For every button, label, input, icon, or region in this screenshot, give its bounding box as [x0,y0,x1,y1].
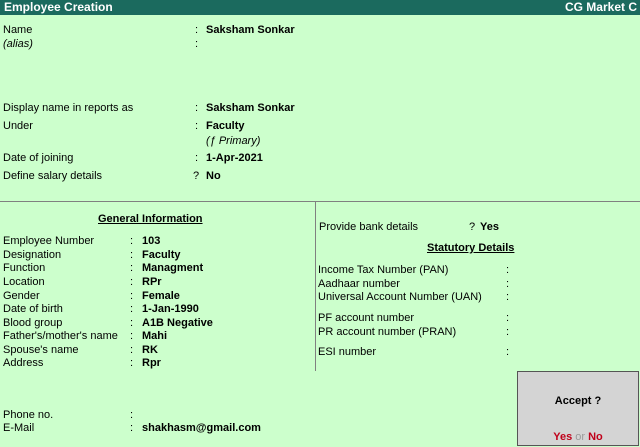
address-label: Address [3,357,44,369]
email-label: E-Mail [3,422,35,434]
blood-group-field[interactable]: A1B Negative [142,317,213,330]
employee-number-field[interactable]: 103 [142,235,160,248]
salary-question: ? [193,170,200,182]
section-divider [0,201,640,202]
window-title: Employee Creation [4,0,113,14]
esi-number-field[interactable]: : [506,346,509,359]
pran-field[interactable]: : [506,326,509,339]
colon: : [130,317,134,329]
email-colon: : [130,422,134,434]
uan-label: Universal Account Number (UAN) [318,291,482,303]
date-of-joining-field[interactable]: 1-Apr-2021 [206,152,263,165]
aadhaar-label: Aadhaar number [318,278,400,290]
under-field[interactable]: Faculty [206,120,245,133]
title-bar: Employee Creation CG Market C [0,0,640,15]
alias-label: (alias) [3,38,33,50]
accept-dialog: Accept ? Yes or No [517,371,639,446]
colon: : [130,344,134,356]
phone-colon: : [130,409,134,421]
uan-field[interactable]: : [506,291,509,304]
aadhaar-field[interactable]: : [506,278,509,291]
under-parent-group: (ƒ Primary) [206,135,261,147]
display-name-field[interactable]: Saksham Sonkar [206,102,295,115]
phone-label: Phone no. [3,409,54,421]
accept-question: Accept ? [554,395,602,407]
address-field[interactable]: Rpr [142,357,161,370]
statutory-details-heading: Statutory Details [427,242,515,254]
general-information-heading: General Information [98,213,203,225]
or-separator: or [575,431,586,443]
colon: : [130,303,134,315]
yes-button[interactable]: Yes [553,431,572,443]
name-colon: : [195,24,199,36]
spouse-name-field[interactable]: RK [142,344,158,357]
display-name-colon: : [195,102,199,114]
esi-number-label: ESI number [318,346,377,358]
parent-name-label: Father's/mother's name [3,330,118,342]
date-of-joining-label: Date of joining [3,152,74,164]
colon: : [130,249,134,261]
column-divider [315,202,316,371]
name-label: Name [3,24,33,36]
gender-label: Gender [3,290,40,302]
colon: : [130,357,134,369]
accept-options: Yes or No [518,431,638,443]
location-label: Location [3,276,45,288]
under-colon: : [195,120,199,132]
date-of-birth-label: Date of birth [3,303,63,315]
pf-account-field[interactable]: : [506,312,509,325]
function-field[interactable]: Managment [142,262,203,275]
alias-colon: : [195,38,199,50]
gender-field[interactable]: Female [142,290,180,303]
function-label: Function [3,262,46,274]
designation-label: Designation [3,249,62,261]
colon: : [130,330,134,342]
colon: : [130,235,134,247]
date-of-birth-field[interactable]: 1-Jan-1990 [142,303,199,316]
salary-details-label: Define salary details [3,170,103,182]
spouse-name-label: Spouse's name [3,344,79,356]
alias-field[interactable] [206,38,326,51]
blood-group-label: Blood group [3,317,63,329]
colon: : [130,290,134,302]
no-button[interactable]: No [588,431,603,443]
name-field[interactable]: Saksham Sonkar [206,24,295,37]
bank-details-label: Provide bank details [319,221,419,233]
company-name: CG Market C [564,0,637,14]
pan-field[interactable]: : [506,264,509,277]
bank-details-field[interactable]: Yes [480,221,499,234]
pan-label: Income Tax Number (PAN) [318,264,449,276]
pf-account-label: PF account number [318,312,414,324]
designation-field[interactable]: Faculty [142,249,181,262]
bank-question: ? [469,221,476,233]
doj-colon: : [195,152,199,164]
location-field[interactable]: RPr [142,276,162,289]
colon: : [130,276,134,288]
email-field[interactable]: shakhasm@gmail.com [142,422,261,435]
parent-name-field[interactable]: Mahi [142,330,167,343]
salary-details-field[interactable]: No [206,170,221,183]
colon: : [130,262,134,274]
pran-label: PR account number (PRAN) [318,326,457,338]
employee-number-label: Employee Number [3,235,95,247]
display-name-label: Display name in reports as [3,102,134,114]
under-label: Under [3,120,33,132]
